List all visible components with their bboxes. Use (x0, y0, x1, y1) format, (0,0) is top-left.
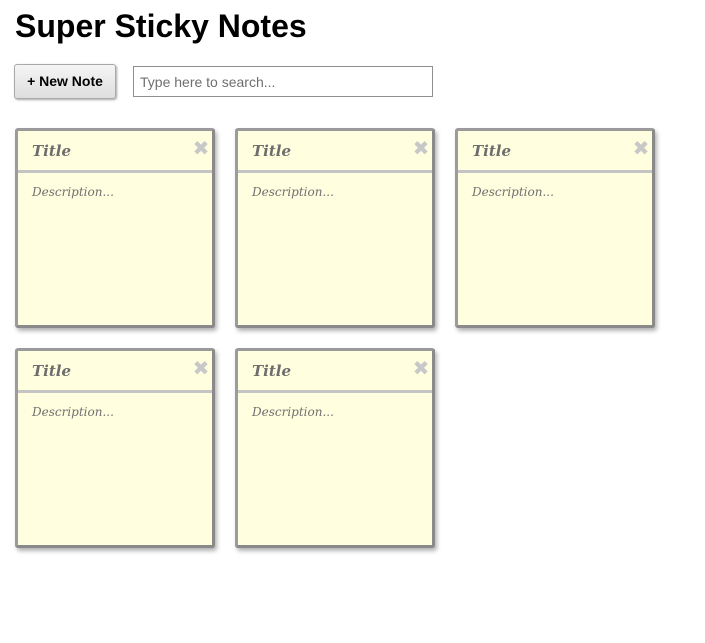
note-card: ✖ (15, 128, 215, 328)
note-description-input[interactable] (18, 173, 212, 325)
search-input[interactable] (133, 66, 433, 97)
toolbar: + New Note (14, 64, 444, 99)
note-title-input[interactable] (458, 131, 652, 173)
notes-board: ✖ ✖ ✖ ✖ ✖ (15, 128, 675, 568)
new-note-button[interactable]: + New Note (14, 64, 116, 99)
app-page: Super Sticky Notes + New Note ✖ ✖ ✖ ✖ (0, 0, 705, 643)
note-description-input[interactable] (238, 173, 432, 325)
app-title: Super Sticky Notes (15, 8, 307, 44)
close-icon[interactable]: ✖ (192, 138, 210, 158)
note-card: ✖ (15, 348, 215, 548)
note-title-input[interactable] (238, 351, 432, 393)
note-card: ✖ (235, 348, 435, 548)
note-card: ✖ (455, 128, 655, 328)
note-title-input[interactable] (238, 131, 432, 173)
note-title-input[interactable] (18, 351, 212, 393)
note-description-input[interactable] (18, 393, 212, 545)
close-icon[interactable]: ✖ (632, 138, 650, 158)
close-icon[interactable]: ✖ (412, 358, 430, 378)
note-title-input[interactable] (18, 131, 212, 173)
close-icon[interactable]: ✖ (412, 138, 430, 158)
close-icon[interactable]: ✖ (192, 358, 210, 378)
note-description-input[interactable] (238, 393, 432, 545)
note-description-input[interactable] (458, 173, 652, 325)
note-card: ✖ (235, 128, 435, 328)
